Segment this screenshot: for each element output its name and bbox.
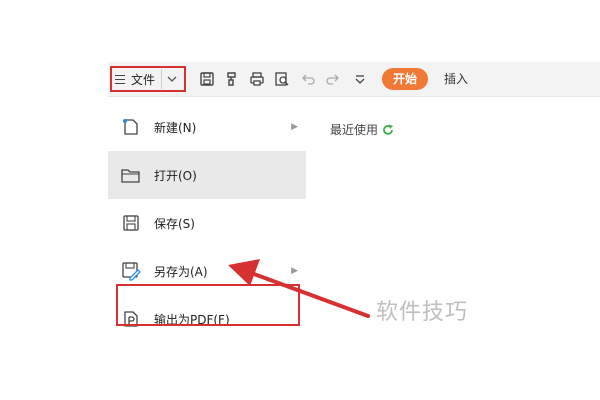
recent-label: 最近使用 — [330, 123, 379, 137]
refresh-icon[interactable] — [381, 123, 395, 137]
file-menu-button[interactable]: 文件 — [110, 66, 186, 92]
hamburger-icon — [115, 74, 125, 84]
new-file-icon — [120, 116, 142, 138]
print-preview-icon[interactable] — [273, 70, 291, 88]
menu-item-label: 保存(S) — [154, 216, 195, 231]
menu-item-label: 新建(N) — [154, 120, 197, 135]
menu-item-label: 打开(O) — [154, 168, 197, 183]
redo-icon[interactable] — [323, 70, 341, 88]
highlight-box-save-as — [116, 284, 300, 326]
menu-item-label: 另存为(A) — [154, 264, 208, 279]
print-icon[interactable] — [248, 70, 266, 88]
submenu-arrow-icon: ▶ — [291, 122, 298, 132]
screenshot-frame: 文件 开始 插入 新建(N) ▶ 打开(O) 保存(S) 另存为(A) ▶ 输出… — [108, 62, 600, 336]
menu-item-open[interactable]: 打开(O) — [108, 151, 306, 199]
more-dropdown-icon[interactable] — [351, 70, 369, 88]
tab-insert[interactable]: 插入 — [444, 68, 468, 90]
toolbar-divider — [161, 69, 163, 89]
tab-start[interactable]: 开始 — [382, 68, 428, 90]
menu-item-new[interactable]: 新建(N) ▶ — [108, 103, 306, 151]
chevron-down-icon[interactable] — [167, 76, 177, 83]
recent-section: 最近使用 — [330, 121, 395, 138]
menu-item-save[interactable]: 保存(S) — [108, 199, 306, 247]
file-menu-label: 文件 — [131, 72, 156, 87]
save-icon — [120, 212, 142, 234]
undo-icon[interactable] — [300, 70, 318, 88]
format-painter-icon[interactable] — [223, 70, 241, 88]
save-as-icon — [120, 260, 142, 282]
file-menu-panel: 新建(N) ▶ 打开(O) 保存(S) 另存为(A) ▶ 输出为PDF(F) — [108, 97, 306, 336]
submenu-arrow-icon: ▶ — [291, 266, 298, 276]
folder-icon — [120, 164, 142, 186]
save-icon[interactable] — [198, 70, 216, 88]
toolbar: 文件 开始 插入 — [108, 62, 600, 97]
watermark-text: 软件技巧 — [376, 300, 469, 325]
